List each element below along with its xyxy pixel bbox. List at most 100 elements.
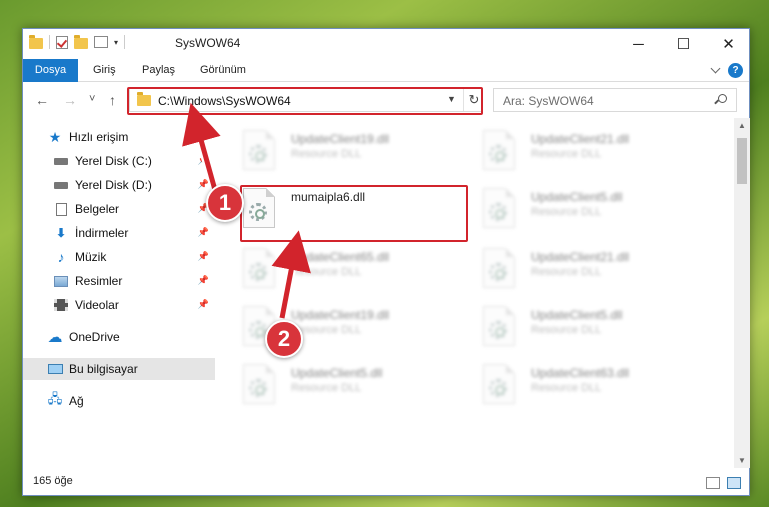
gear-icon (489, 145, 507, 163)
sidebar-item-this-pc[interactable]: Bu bilgisayar (23, 358, 215, 380)
new-folder-icon[interactable] (74, 34, 88, 49)
large-icons-view-icon[interactable] (727, 477, 741, 489)
file-name: UpdateClient63.dll (531, 366, 630, 380)
back-button[interactable]: ← (35, 92, 49, 108)
documents-icon (53, 202, 69, 216)
recent-locations-button[interactable]: ˅ (89, 93, 95, 105)
file-name: UpdateClient21.dll (531, 250, 630, 264)
address-bar-highlight (127, 87, 483, 115)
file-item[interactable]: UpdateClient21.dll Resource DLL (483, 126, 703, 176)
vertical-scrollbar[interactable]: ▲ ▼ (734, 118, 750, 468)
downloads-icon: ⬇ (55, 226, 67, 240)
drive-icon (53, 154, 69, 168)
file-type: Resource DLL (531, 266, 602, 278)
file-name: UpdateClient5.dll (291, 366, 383, 380)
close-button[interactable]: ✕ (706, 29, 751, 59)
title-bar: ▾ SysWOW64 ─ ☐ ✕ (23, 29, 749, 59)
pictures-icon (53, 274, 69, 288)
sidebar-item-documents[interactable]: Belgeler 📌 (53, 198, 215, 220)
customize-dropdown-icon[interactable]: ▾ (114, 38, 118, 47)
up-button[interactable]: ↑ (109, 92, 116, 108)
sidebar-item-label: Yerel Disk (D:) (75, 178, 152, 192)
file-item[interactable]: UpdateClient5.dll Resource DLL (483, 302, 703, 352)
file-type: Resource DLL (291, 266, 362, 278)
tab-view[interactable]: Görünüm (192, 59, 254, 82)
help-icon[interactable]: ? (728, 63, 743, 78)
rename-icon[interactable] (94, 36, 108, 48)
dll-file-icon (243, 364, 275, 404)
cloud-icon: ☁ (47, 329, 63, 346)
star-icon: ★ (48, 128, 62, 145)
quick-access-toolbar: ▾ (29, 34, 126, 49)
forward-button[interactable]: → (63, 92, 77, 108)
step-badge-1: 1 (206, 184, 244, 222)
gear-icon (249, 379, 267, 397)
sidebar-item-label: Videolar (75, 298, 119, 312)
sidebar-item-drive-c[interactable]: Yerel Disk (C:) 📌 (53, 150, 215, 172)
pin-icon[interactable]: 📌 (198, 179, 209, 190)
file-item[interactable]: UpdateClient63.dll Resource DLL (483, 360, 703, 410)
scroll-down-icon[interactable]: ▼ (738, 456, 746, 465)
minimize-button[interactable]: ─ (616, 29, 661, 59)
sidebar-item-label: Yerel Disk (C:) (75, 154, 152, 168)
scroll-up-icon[interactable]: ▲ (738, 121, 746, 130)
file-name: UpdateClient5.dll (531, 308, 623, 322)
file-item[interactable]: UpdateClient5.dll Resource DLL (243, 360, 463, 410)
file-type: Resource DLL (531, 206, 602, 218)
file-item[interactable]: UpdateClient21.dll Resource DLL (483, 244, 703, 294)
search-placeholder[interactable]: Ara: SysWOW64 (503, 94, 594, 108)
navigation-pane: ★ Hızlı erişim Yerel Disk (C:) 📌 Yerel D… (23, 118, 215, 468)
search-icon[interactable] (718, 94, 727, 103)
sidebar-item-videos[interactable]: Videolar 📌 (53, 294, 215, 316)
gear-icon (489, 203, 507, 221)
sidebar-item-quick-access[interactable]: ★ Hızlı erişim (47, 126, 215, 148)
sidebar-item-network[interactable]: 🖧 Ağ (47, 390, 215, 412)
file-type: Resource DLL (531, 382, 602, 394)
sidebar-item-label: İndirmeler (75, 226, 129, 240)
details-view-icon[interactable] (706, 477, 720, 489)
scrollbar-thumb[interactable] (737, 138, 747, 184)
sidebar-item-pictures[interactable]: Resimler 📌 (53, 270, 215, 292)
videos-icon (53, 298, 69, 312)
separator (124, 35, 126, 49)
sidebar-item-label: Hızlı erişim (69, 130, 129, 144)
pin-icon[interactable]: 📌 (198, 275, 209, 286)
properties-check-icon[interactable] (56, 35, 68, 49)
pin-icon[interactable]: 📌 (198, 299, 209, 310)
window-title: SysWOW64 (175, 36, 241, 50)
gear-icon (489, 379, 507, 397)
dll-file-icon (483, 188, 515, 228)
sidebar-item-onedrive[interactable]: ☁ OneDrive (47, 326, 215, 348)
music-icon: ♪ (57, 249, 65, 265)
gear-icon (489, 321, 507, 339)
sidebar-item-label: Müzik (75, 250, 107, 264)
search-box[interactable]: Ara: SysWOW64 (493, 88, 737, 112)
expand-ribbon-icon[interactable] (710, 63, 721, 74)
sidebar-item-music[interactable]: ♪ Müzik 📌 (53, 246, 215, 268)
file-item[interactable]: UpdateClient65.dll Resource DLL (243, 244, 463, 294)
step-badge-2: 2 (265, 320, 303, 358)
sidebar-item-label: OneDrive (69, 330, 120, 344)
file-highlight (240, 185, 468, 242)
sidebar-item-downloads[interactable]: ⬇ İndirmeler 📌 (53, 222, 215, 244)
separator (49, 35, 50, 49)
network-icon: 🖧 (47, 391, 63, 406)
dll-file-icon (243, 248, 275, 288)
file-type: Resource DLL (291, 382, 362, 394)
file-type: Resource DLL (531, 324, 602, 336)
sidebar-item-drive-d[interactable]: Yerel Disk (D:) 📌 (53, 174, 215, 196)
dll-file-icon (483, 248, 515, 288)
tab-share[interactable]: Paylaş (134, 59, 183, 82)
maximize-button[interactable]: ☐ (661, 29, 706, 59)
folder-icon (29, 34, 43, 49)
tab-home[interactable]: Giriş (85, 59, 124, 82)
dll-file-icon (483, 364, 515, 404)
pin-icon[interactable]: 📌 (198, 227, 209, 238)
pin-icon[interactable]: 📌 (198, 155, 209, 166)
drive-icon (53, 178, 69, 192)
file-item[interactable]: UpdateClient19.dll Resource DLL (243, 126, 463, 176)
pin-icon[interactable]: 📌 (198, 251, 209, 262)
tab-file[interactable]: Dosya (23, 59, 78, 82)
file-item[interactable]: UpdateClient5.dll Resource DLL (483, 184, 703, 234)
sidebar-item-label: Bu bilgisayar (69, 362, 138, 376)
